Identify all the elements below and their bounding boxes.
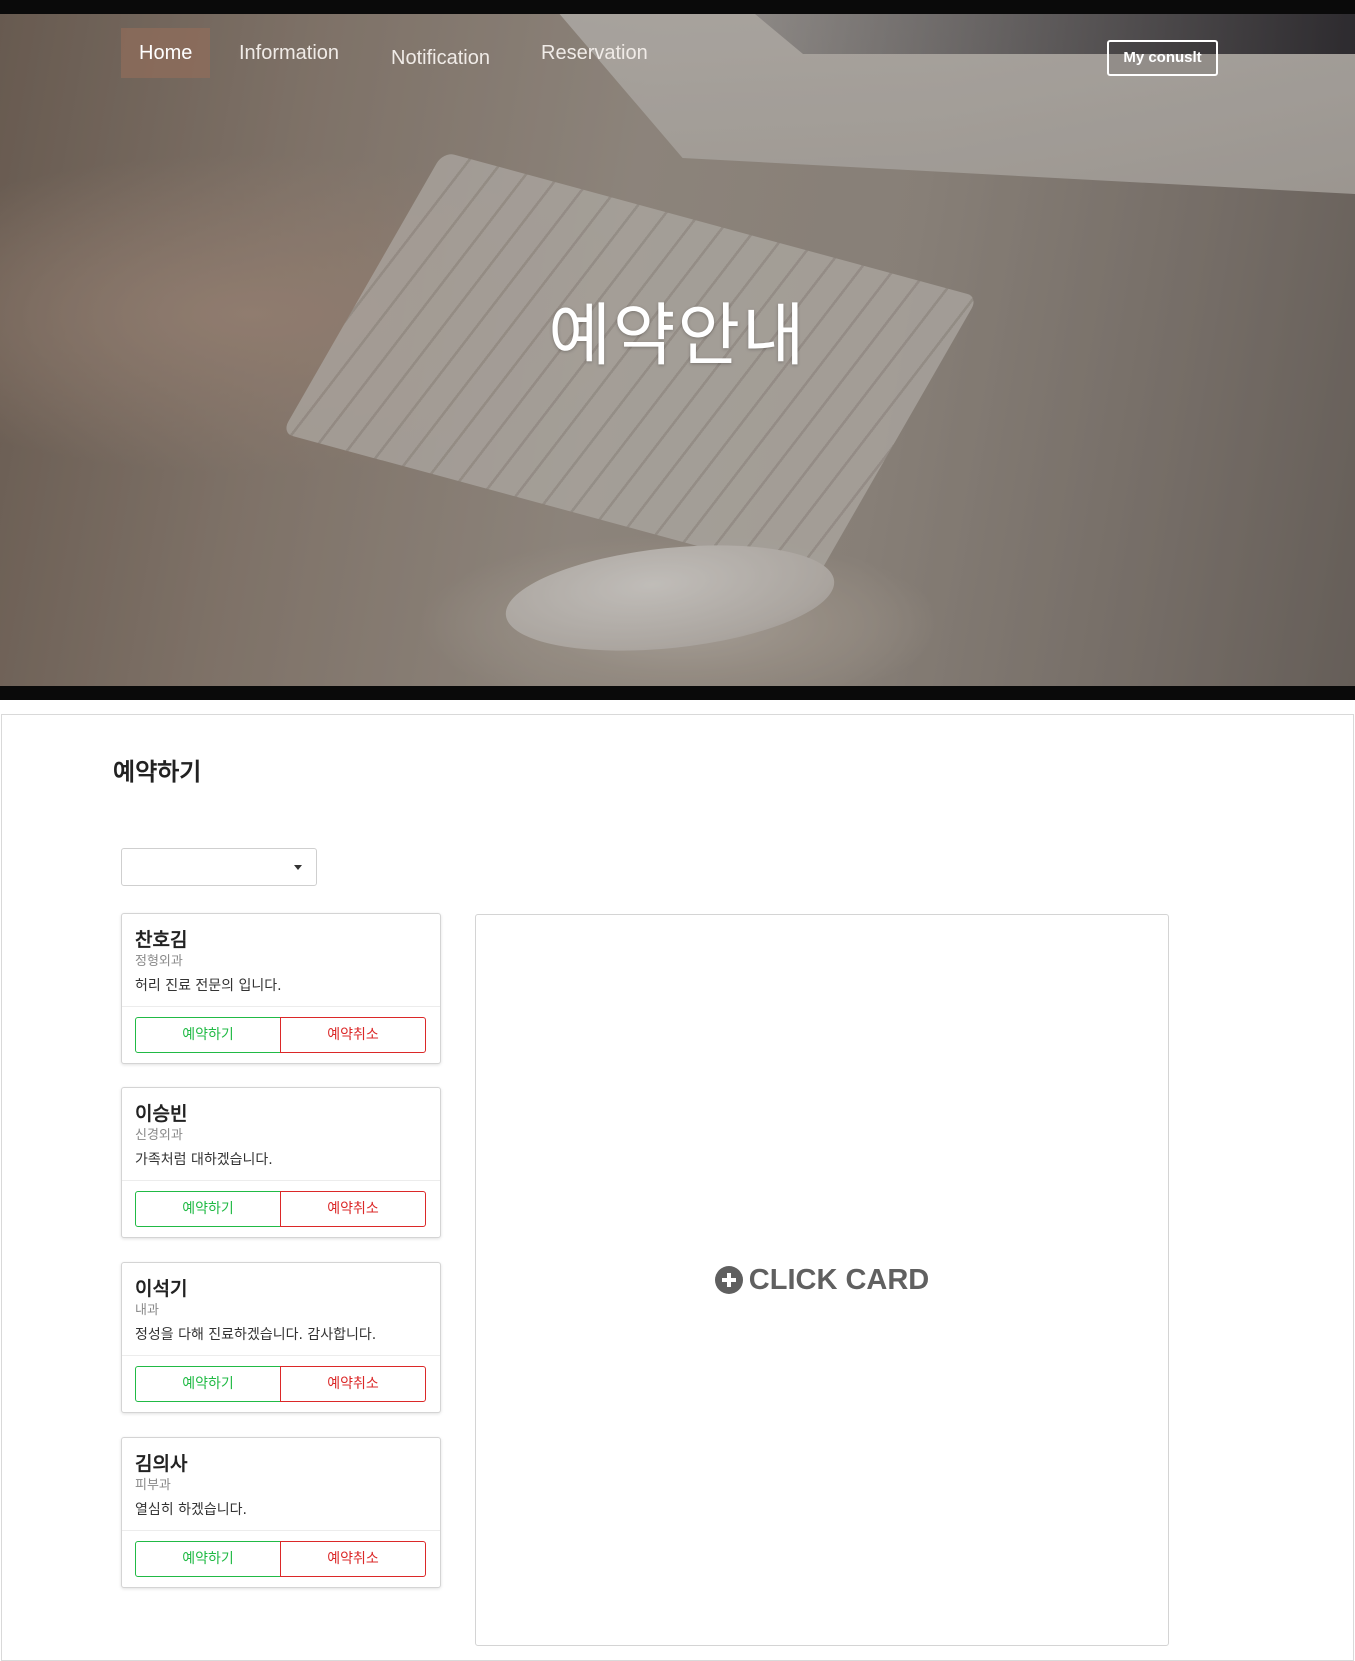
cancel-reservation-button[interactable]: 예약취소 (280, 1541, 426, 1577)
doctor-name: 찬호김 (135, 929, 188, 951)
doctor-description: 열심히 하겠습니다. (135, 1502, 247, 1518)
doctor-name: 김의사 (135, 1453, 188, 1475)
doctor-name: 이석기 (135, 1278, 188, 1300)
card-divider (122, 1530, 440, 1531)
reserve-button[interactable]: 예약하기 (135, 1366, 281, 1402)
card-divider (122, 1180, 440, 1181)
section-title: 예약하기 (113, 758, 202, 786)
doctor-card[interactable]: 이석기 내과 정성을 다해 진료하겠습니다. 감사합니다. 예약하기 예약취소 (121, 1262, 441, 1413)
reserve-button[interactable]: 예약하기 (135, 1017, 281, 1053)
reserve-button[interactable]: 예약하기 (135, 1541, 281, 1577)
caret-down-icon (294, 865, 302, 870)
nav-reservation[interactable]: Reservation (523, 28, 666, 78)
nav-notification[interactable]: Notification (373, 33, 508, 83)
plus-circle-icon (714, 1266, 743, 1294)
hero-title: 예약안내 (548, 297, 807, 376)
doctor-card[interactable]: 찬호김 정형외과 허리 진료 전문의 입니다. 예약하기 예약취소 (121, 913, 441, 1064)
cancel-reservation-button[interactable]: 예약취소 (280, 1366, 426, 1402)
click-card-placeholder: CLICK CARD (476, 915, 1168, 1645)
nav-home[interactable]: Home (121, 28, 211, 78)
card-divider (122, 1355, 440, 1356)
my-consult-button[interactable]: My conuslt (1107, 40, 1218, 76)
cancel-reservation-button[interactable]: 예약취소 (280, 1017, 426, 1053)
cancel-reservation-button[interactable]: 예약취소 (280, 1191, 426, 1227)
nav-information[interactable]: Information (221, 28, 357, 78)
doctor-description: 허리 진료 전문의 입니다. (135, 978, 282, 994)
doctor-card[interactable]: 이승빈 신경외과 가족처럼 대하겠습니다. 예약하기 예약취소 (121, 1087, 441, 1238)
click-card-text: CLICK CARD (748, 1263, 930, 1296)
doctor-description: 정성을 다해 진료하겠습니다. 감사합니다. (135, 1327, 377, 1343)
doctor-name: 이승빈 (135, 1103, 188, 1125)
department-select[interactable] (121, 848, 317, 886)
doctor-detail-panel[interactable]: CLICK CARD (475, 914, 1169, 1646)
doctor-description: 가족처럼 대하겠습니다. (135, 1152, 273, 1168)
card-divider (122, 1006, 440, 1007)
doctor-card[interactable]: 김의사 피부과 열심히 하겠습니다. 예약하기 예약취소 (121, 1437, 441, 1588)
doctor-department: 신경외과 (135, 1128, 183, 1143)
reserve-button[interactable]: 예약하기 (135, 1191, 281, 1227)
doctor-department: 피부과 (135, 1478, 171, 1493)
doctor-department: 정형외과 (135, 954, 183, 969)
doctor-department: 내과 (135, 1303, 159, 1318)
hero-banner: 예약안내 (0, 0, 1355, 700)
